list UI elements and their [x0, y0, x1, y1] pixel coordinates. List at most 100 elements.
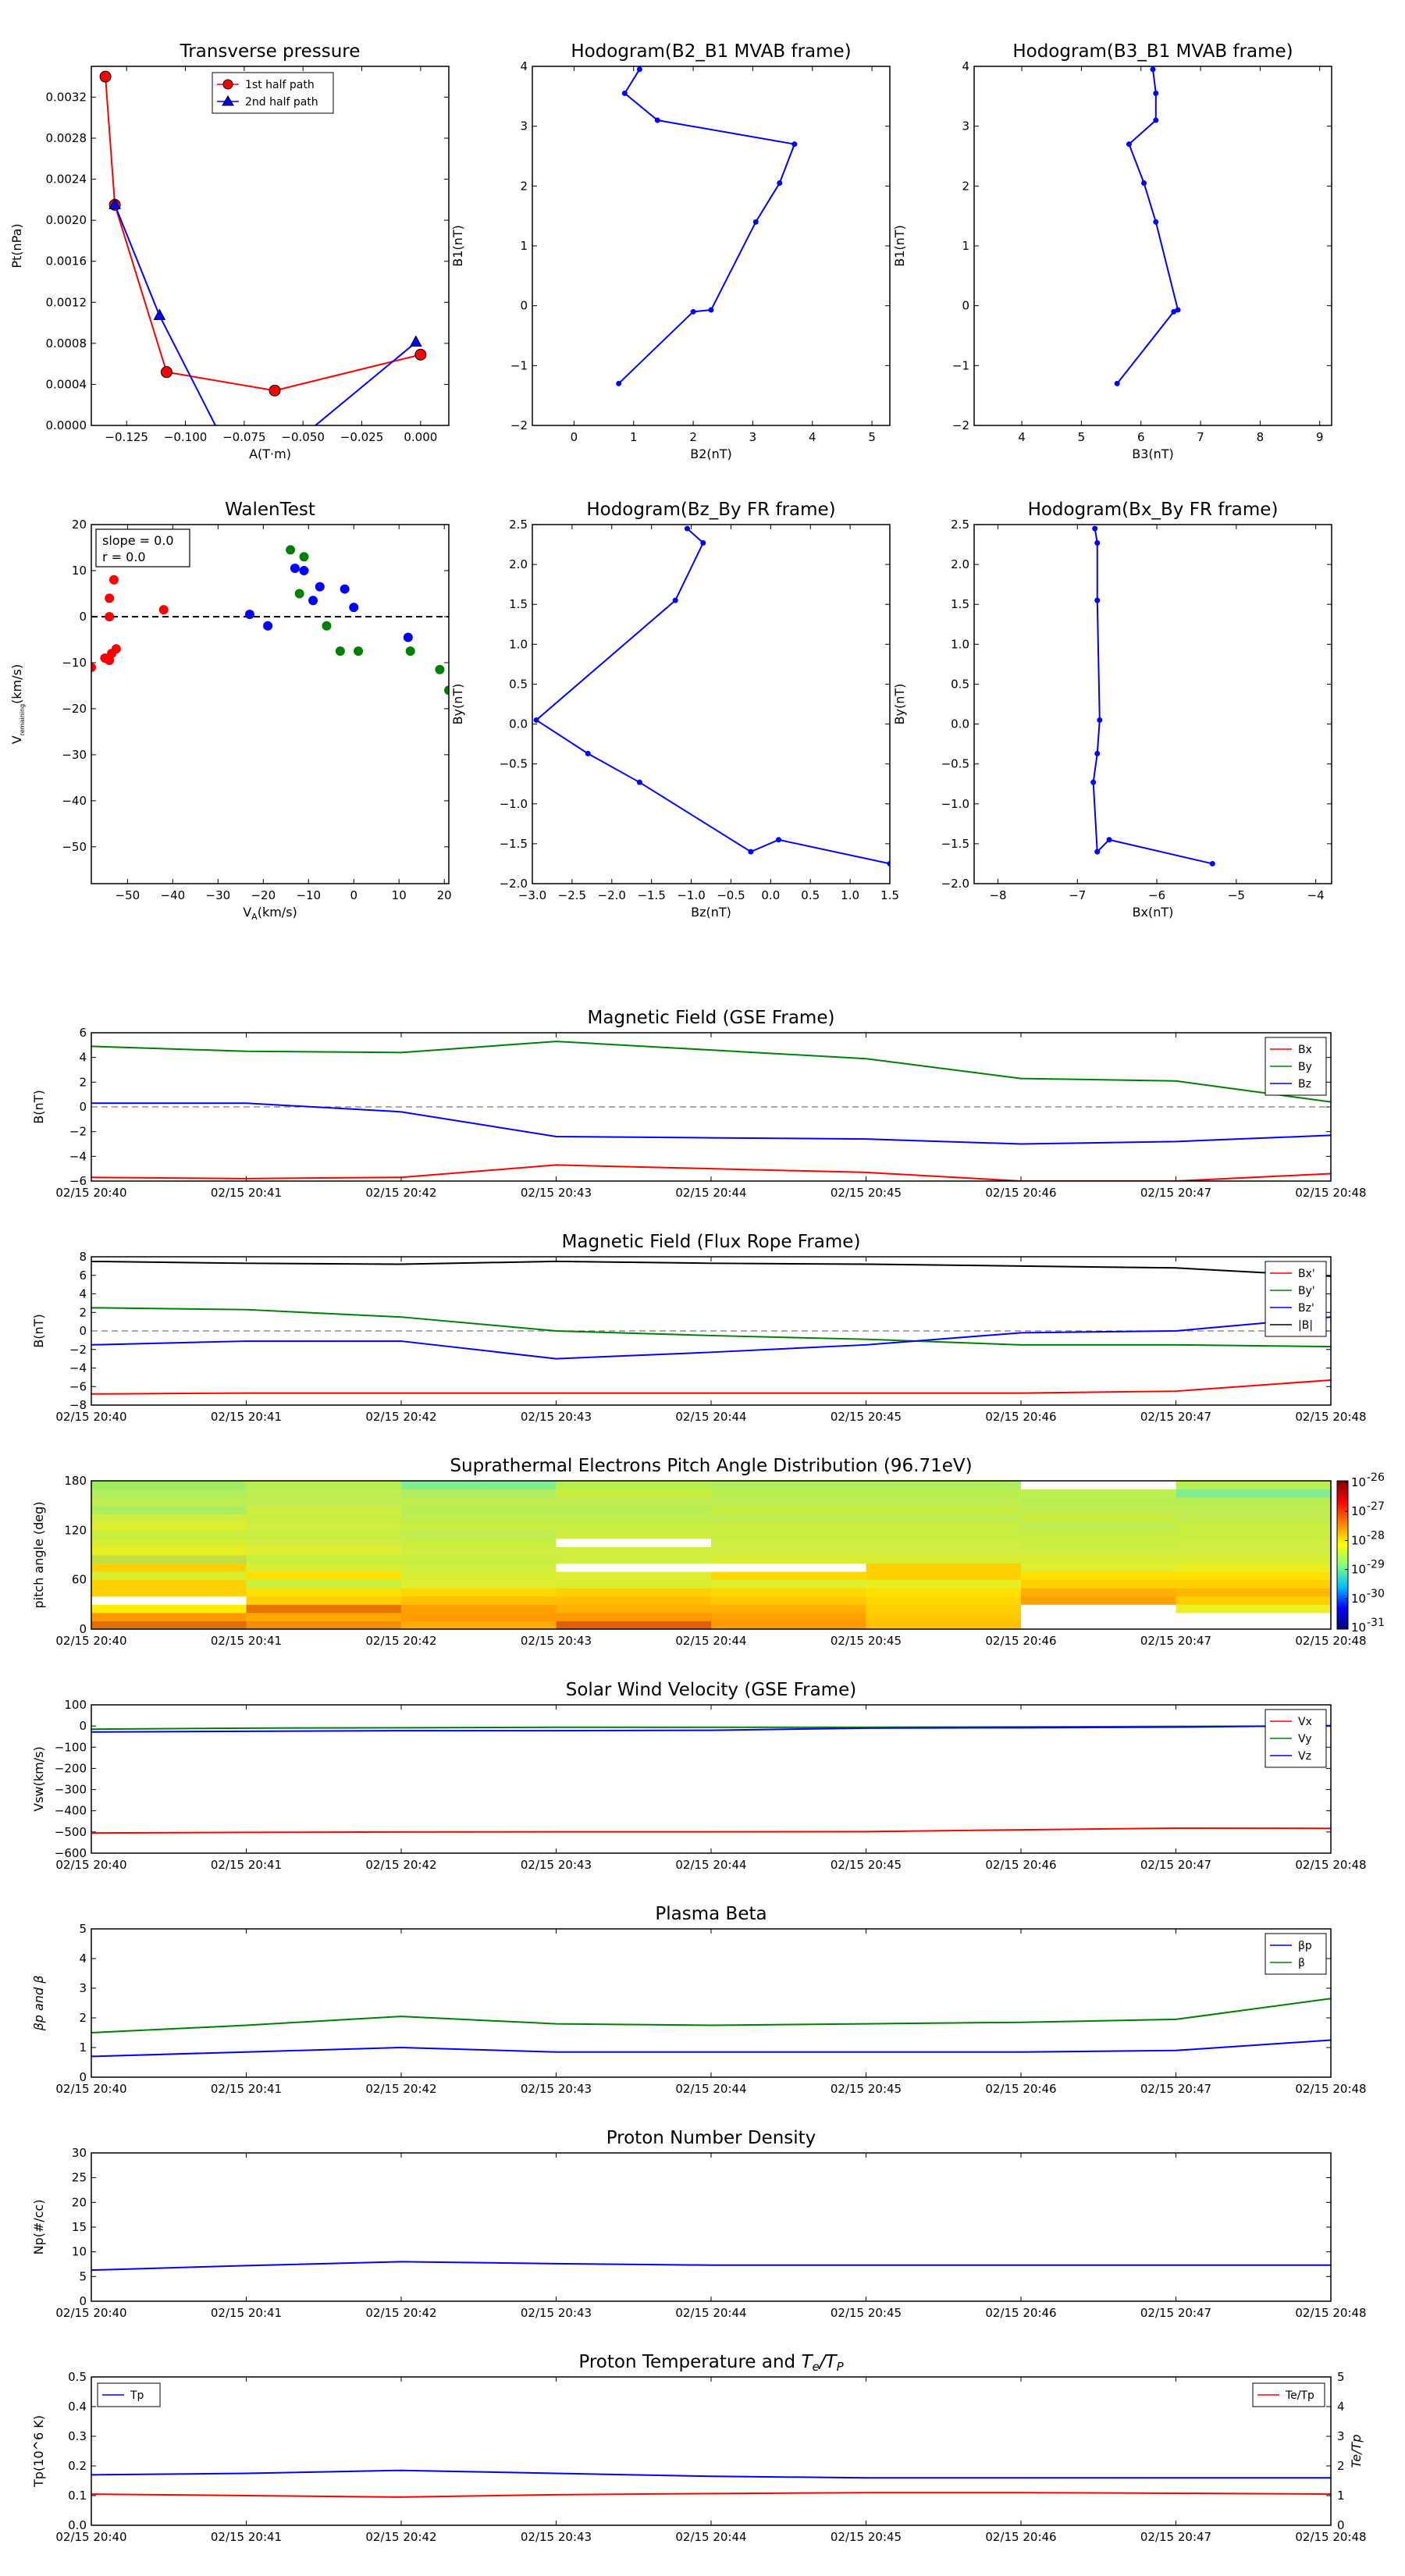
- heatmap-cell: [1176, 1621, 1331, 1629]
- x-tick-label: −0.125: [105, 430, 148, 444]
- x-axis-label: A(T·m): [249, 447, 291, 461]
- scatter-point: [158, 605, 169, 615]
- chart-title: Suprathermal Electrons Pitch Angle Distr…: [450, 1456, 972, 1476]
- heatmap-cell: [91, 1489, 247, 1498]
- heatmap-cell: [246, 1489, 402, 1498]
- heatmap-cell: [401, 1563, 557, 1572]
- data-point: [616, 380, 622, 386]
- heatmap-cell: [91, 1604, 247, 1614]
- y-axis-label: Tp(10^6 K): [31, 2415, 46, 2488]
- chart-proton-temperature: Proton Temperature and Te/TP0.00.10.20.3…: [31, 2352, 1367, 2544]
- scatter-point: [263, 621, 273, 631]
- heatmap-cell: [866, 1571, 1022, 1581]
- heatmap-cell: [401, 1521, 557, 1531]
- chart-plasma-beta: Plasma Beta01234502/15 20:40 02/15 20:41 0…: [31, 1904, 1367, 2096]
- x-tick-label: 02/15 20:48: [1295, 1410, 1366, 1424]
- y-tick-label: 1: [520, 239, 528, 253]
- heatmap-cell: [866, 1514, 1022, 1523]
- heatmap-cell: [91, 1563, 247, 1572]
- legend-label: By': [1298, 1285, 1315, 1297]
- chart-transverse-pressure: Transverse pressure 0.0000 0.0004 0.0008 0.0…: [9, 41, 450, 461]
- scatter-point: [405, 646, 415, 656]
- x-tick-label: 02/15 20:40: [55, 1634, 126, 1648]
- legend-box: [1264, 1933, 1327, 1975]
- x-tick-label: 02/15 20:46: [985, 2306, 1056, 2320]
- heatmap-cell: [1176, 1514, 1331, 1523]
- scatter-point: [290, 564, 300, 574]
- x-tick-label: −2.5: [558, 888, 586, 902]
- heatmap-cell: [866, 1497, 1022, 1507]
- heatmap-cell: [1176, 1588, 1331, 1597]
- x-tick-label: 4: [809, 430, 816, 444]
- x-tick-label: −10: [296, 888, 321, 902]
- legend-label: 2nd half path: [245, 96, 318, 109]
- x-tick-label: 02/15 20:47: [1140, 1858, 1211, 1872]
- x-tick-label: 02/15 20:48: [1295, 2082, 1366, 2096]
- heatmap-cell: [711, 1612, 866, 1621]
- heatmap-cell: [246, 1538, 402, 1547]
- chart-title: Magnetic Field (Flux Rope Frame): [562, 1232, 861, 1252]
- heatmap-cell: [91, 1481, 247, 1490]
- heatmap-cell: [401, 1612, 557, 1621]
- chart-magnetic-field-fr: Magnetic Field (Flux Rope Frame)−8−6−4−2…: [31, 1232, 1367, 1424]
- heatmap-cell: [711, 1481, 866, 1490]
- data-point: [1153, 219, 1159, 225]
- heatmap-cell: [401, 1621, 557, 1629]
- y-tick-label: −10: [62, 656, 87, 670]
- y-tick-label: 0: [79, 1100, 87, 1114]
- colorbar-tick-exponent: -26: [1367, 1471, 1385, 1484]
- heatmap-cell: [246, 1481, 402, 1490]
- y-axis-label: Pt(nPa): [9, 223, 24, 268]
- heatmap-cell: [866, 1521, 1022, 1531]
- heatmap-cell: [1176, 1530, 1331, 1539]
- y-axis-label: B1(nT): [892, 225, 907, 267]
- heatmap-cell: [1176, 1538, 1331, 1547]
- y-tick-label: −0.5: [941, 757, 969, 771]
- y-tick-label: −400: [55, 1804, 87, 1818]
- heatmap-cell: [556, 1571, 712, 1581]
- heatmap-cell: [1021, 1604, 1176, 1614]
- heatmap-cell: [556, 1497, 712, 1507]
- heatmap-cell: [866, 1555, 1022, 1564]
- heatmap-cell: [246, 1596, 402, 1605]
- heatmap-cell: [91, 1530, 247, 1539]
- y-tick-label: 0: [79, 610, 87, 624]
- heatmap-cell: [711, 1571, 866, 1581]
- y-tick-label: 1: [962, 239, 969, 253]
- heatmap-cell: [1021, 1596, 1176, 1605]
- x-tick-label: 20: [437, 888, 452, 902]
- heatmap-cell: [866, 1604, 1022, 1614]
- heatmap-cell: [556, 1588, 712, 1597]
- scatter-point: [286, 545, 296, 555]
- chart-title: Solar Wind Velocity (GSE Frame): [566, 1680, 856, 1700]
- data-point: [621, 91, 628, 96]
- data-point: [700, 540, 706, 546]
- y-tick-label: 0.5: [68, 2370, 87, 2384]
- chart-hodogram-b2-b1: Hodogram(B2_B1 MVAB frame) −2 −1 0 1 2 3 4 0 1 2 3 4…: [450, 41, 891, 461]
- y-tick-label: −2: [510, 418, 528, 432]
- x-tick-label: 0: [350, 888, 357, 902]
- heatmap-cell: [1021, 1514, 1176, 1523]
- scatter-point: [111, 644, 121, 654]
- colorbar-tick-exponent: -28: [1367, 1529, 1385, 1542]
- scatter-point: [335, 646, 345, 656]
- x-tick-label: 02/15 20:44: [675, 2082, 746, 2096]
- x-tick-label: 02/15 20:48: [1295, 1858, 1366, 1872]
- heatmap-cell: [1021, 1621, 1176, 1629]
- x-tick-label: 0.000: [404, 430, 437, 444]
- heatmap-cell: [556, 1505, 712, 1514]
- y-tick-label: 4: [79, 1051, 87, 1065]
- y-tick-label: 1.5: [951, 597, 969, 611]
- plot-area: [974, 66, 1332, 425]
- heatmap-cell: [401, 1604, 557, 1614]
- x-tick-label: 02/15 20:47: [1140, 2530, 1211, 2544]
- y-tick-label: −20: [62, 702, 87, 716]
- y-axis-label: By(nT): [892, 684, 907, 725]
- data-point: [533, 717, 539, 723]
- plot-content: [91, 1481, 1331, 1629]
- heatmap-cell: [401, 1579, 557, 1589]
- x-tick-label: −50: [116, 888, 140, 902]
- chart-magnetic-field-gse: Magnetic Field (GSE Frame)−6−4−2024602/1…: [31, 1008, 1367, 1200]
- y-tick-label: −2.0: [941, 877, 969, 891]
- x-tick-label: −4: [1307, 888, 1325, 902]
